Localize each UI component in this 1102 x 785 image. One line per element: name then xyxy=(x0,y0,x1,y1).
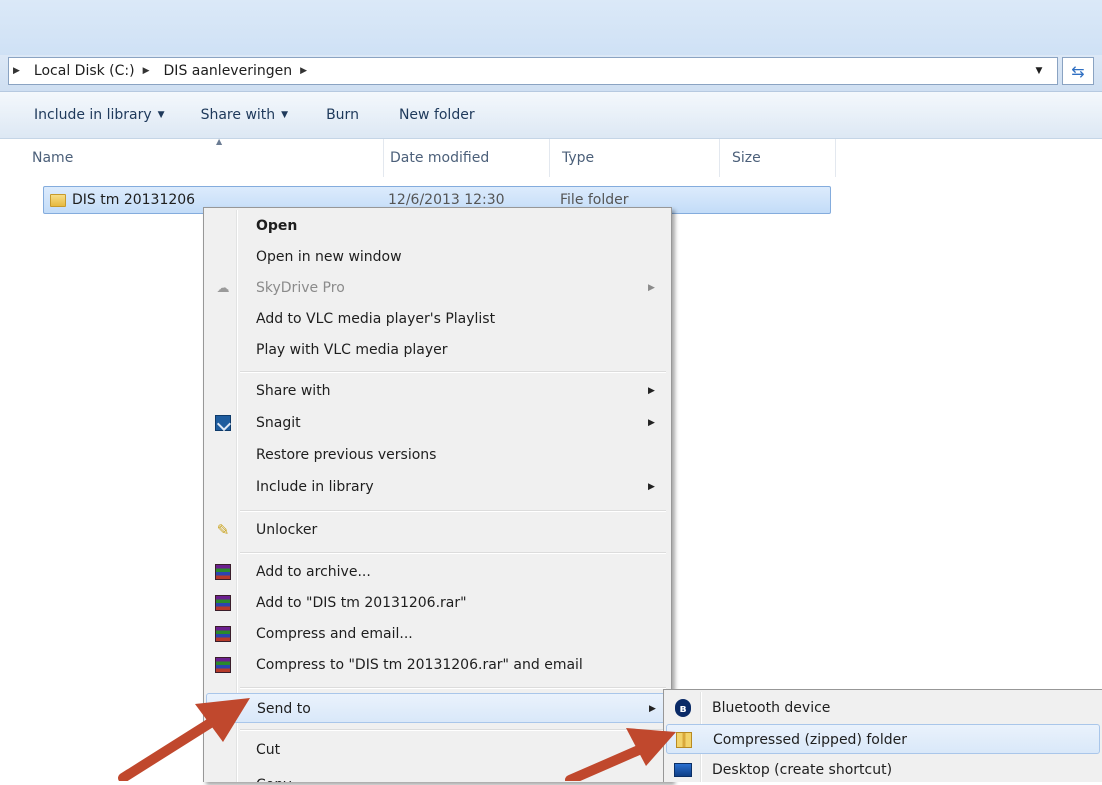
menu-send-to[interactable]: Send to ▶ xyxy=(206,693,667,723)
include-in-library-button[interactable]: Include in library ▼ xyxy=(30,101,169,129)
column-date-modified[interactable]: Date modified xyxy=(384,139,550,177)
breadcrumb-local-disk[interactable]: Local Disk (C:) xyxy=(34,63,135,79)
menu-add-vlc-playlist[interactable]: Add to VLC media player's Playlist xyxy=(206,304,667,334)
magic-wand-icon: ✎ xyxy=(216,521,230,539)
burn-button[interactable]: Burn xyxy=(322,101,363,129)
menu-share-with[interactable]: Share with ▶ xyxy=(206,376,667,406)
winrar-icon xyxy=(214,625,232,643)
desktop-icon xyxy=(674,761,692,779)
menu-skydrive-pro[interactable]: ☁ SkyDrive Pro ▶ xyxy=(206,273,667,303)
chevron-down-icon: ▼ xyxy=(281,110,289,120)
breadcrumb-arrow-end[interactable]: ▶ xyxy=(300,66,313,76)
menu-open-new-window[interactable]: Open in new window xyxy=(206,242,667,272)
winrar-icon xyxy=(214,656,232,674)
zip-folder-icon xyxy=(675,731,693,749)
submenu-arrow-icon: ▶ xyxy=(649,704,656,714)
menu-compress-and-email[interactable]: Compress and email... xyxy=(206,619,667,649)
file-name: DIS tm 20131206 xyxy=(72,192,196,208)
menu-separator xyxy=(240,729,666,731)
menu-unlocker[interactable]: ✎ Unlocker xyxy=(206,515,667,545)
menu-copy[interactable]: Copy xyxy=(206,764,667,782)
new-folder-button[interactable]: New folder xyxy=(395,101,479,129)
send-to-bluetooth[interactable]: ʙ Bluetooth device xyxy=(666,693,1100,723)
column-type[interactable]: Type xyxy=(556,139,720,177)
menu-separator xyxy=(240,510,666,512)
submenu-arrow-icon: ▶ xyxy=(648,418,655,428)
chevron-down-icon: ▼ xyxy=(157,110,165,120)
menu-play-vlc[interactable]: Play with VLC media player xyxy=(206,335,667,365)
cloud-icon: ☁ xyxy=(216,280,230,296)
breadcrumb-root-arrow[interactable]: ▶ xyxy=(13,66,26,76)
menu-compress-to-rar-and-email[interactable]: Compress to "DIS tm 20131206.rar" and em… xyxy=(206,650,667,680)
breadcrumb-arrow[interactable]: ▶ xyxy=(143,66,156,76)
address-box[interactable]: ▶ Local Disk (C:) ▶ DIS aanleveringen ▶ … xyxy=(8,57,1058,85)
command-bar: Include in library ▼ Share with ▼ Burn New… xyxy=(0,92,1102,139)
send-to-submenu: ʙ Bluetooth device Compressed (zipped) f… xyxy=(663,689,1102,782)
menu-add-to-archive[interactable]: Add to archive... xyxy=(206,557,667,587)
menu-cut[interactable]: Cut xyxy=(206,735,667,765)
submenu-arrow-icon: ▶ xyxy=(648,386,655,396)
send-to-compressed-folder[interactable]: Compressed (zipped) folder xyxy=(666,724,1100,754)
winrar-icon xyxy=(214,563,232,581)
menu-snagit[interactable]: Snagit ▶ xyxy=(206,408,667,438)
bluetooth-icon: ʙ xyxy=(674,699,692,717)
folder-icon xyxy=(50,187,66,213)
column-headers: Name ▲ Date modified Type Size xyxy=(0,137,1102,177)
snagit-icon xyxy=(214,414,232,432)
window-title-bar xyxy=(0,0,1102,55)
menu-include-in-library[interactable]: Include in library ▶ xyxy=(206,472,667,502)
refresh-icon[interactable]: ⇆ xyxy=(1062,57,1094,85)
address-dropdown-icon[interactable]: ▼ xyxy=(1029,58,1049,84)
menu-restore-previous-versions[interactable]: Restore previous versions xyxy=(206,440,667,470)
share-with-button[interactable]: Share with ▼ xyxy=(197,101,292,129)
column-name[interactable]: Name ▲ xyxy=(26,137,384,177)
context-menu: Open Open in new window ☁ SkyDrive Pro ▶… xyxy=(203,207,672,782)
menu-separator xyxy=(240,552,666,554)
sort-ascending-icon: ▲ xyxy=(216,137,223,146)
winrar-icon xyxy=(214,594,232,612)
breadcrumb-dis-aanleveringen[interactable]: DIS aanleveringen xyxy=(164,63,293,79)
submenu-arrow-icon: ▶ xyxy=(648,283,655,293)
menu-separator xyxy=(240,687,666,689)
column-size[interactable]: Size xyxy=(726,139,836,177)
menu-open[interactable]: Open xyxy=(206,211,667,241)
submenu-arrow-icon: ▶ xyxy=(648,482,655,492)
address-bar: ▶ Local Disk (C:) ▶ DIS aanleveringen ▶ … xyxy=(0,55,1102,92)
menu-separator xyxy=(240,371,666,373)
menu-add-to-rar[interactable]: Add to "DIS tm 20131206.rar" xyxy=(206,588,667,618)
